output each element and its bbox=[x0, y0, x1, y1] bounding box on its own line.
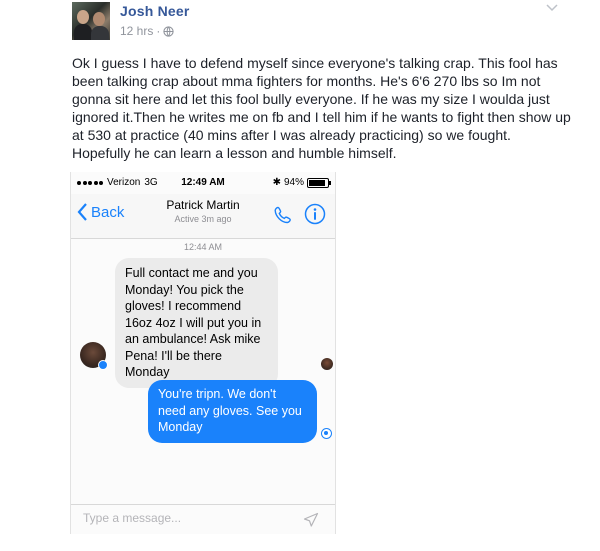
incoming-message[interactable]: Full contact me and you Monday! You pick… bbox=[115, 258, 278, 388]
message-input[interactable] bbox=[83, 511, 283, 525]
contact-status: Active 3m ago bbox=[174, 214, 232, 224]
post-meta: 12 hrs · bbox=[120, 24, 174, 38]
delivered-status-icon bbox=[321, 428, 332, 439]
phone-icon[interactable] bbox=[273, 205, 293, 225]
contact-name: Patrick Martin bbox=[166, 198, 240, 212]
bluetooth-icon: ✱ bbox=[272, 177, 281, 188]
post-body-text: Ok I guess I have to defend myself since… bbox=[72, 55, 571, 161]
message-timestamp: 12:44 AM bbox=[183, 242, 223, 252]
contact-info[interactable]: Patrick Martin Active 3m ago bbox=[71, 198, 335, 224]
battery-info: ✱ 94% bbox=[272, 177, 331, 188]
globe-icon bbox=[163, 25, 174, 37]
phone-status-bar: Verizon 3G 12:49 AM ✱ 94% bbox=[71, 172, 335, 192]
message-composer bbox=[71, 504, 335, 534]
post-timestamp[interactable]: 12 hrs bbox=[120, 24, 153, 38]
messenger-badge-icon bbox=[98, 360, 108, 370]
battery-percent: 94% bbox=[283, 177, 304, 188]
outgoing-message[interactable]: You're tripn. We don't need any gloves. … bbox=[148, 380, 317, 443]
send-icon[interactable] bbox=[303, 512, 319, 528]
info-icon[interactable] bbox=[304, 203, 326, 225]
meta-separator: · bbox=[156, 24, 161, 38]
post-author-name[interactable]: Josh Neer bbox=[120, 3, 190, 19]
seen-indicator-avatar bbox=[321, 358, 333, 370]
battery-icon bbox=[307, 177, 331, 188]
author-avatar[interactable] bbox=[72, 2, 110, 40]
conversation-header: Back Patrick Martin Active 3m ago bbox=[71, 194, 335, 239]
chevron-down-icon[interactable] bbox=[546, 3, 558, 13]
messenger-screenshot: Verizon 3G 12:49 AM ✱ 94% Back Patrick M… bbox=[70, 172, 336, 534]
